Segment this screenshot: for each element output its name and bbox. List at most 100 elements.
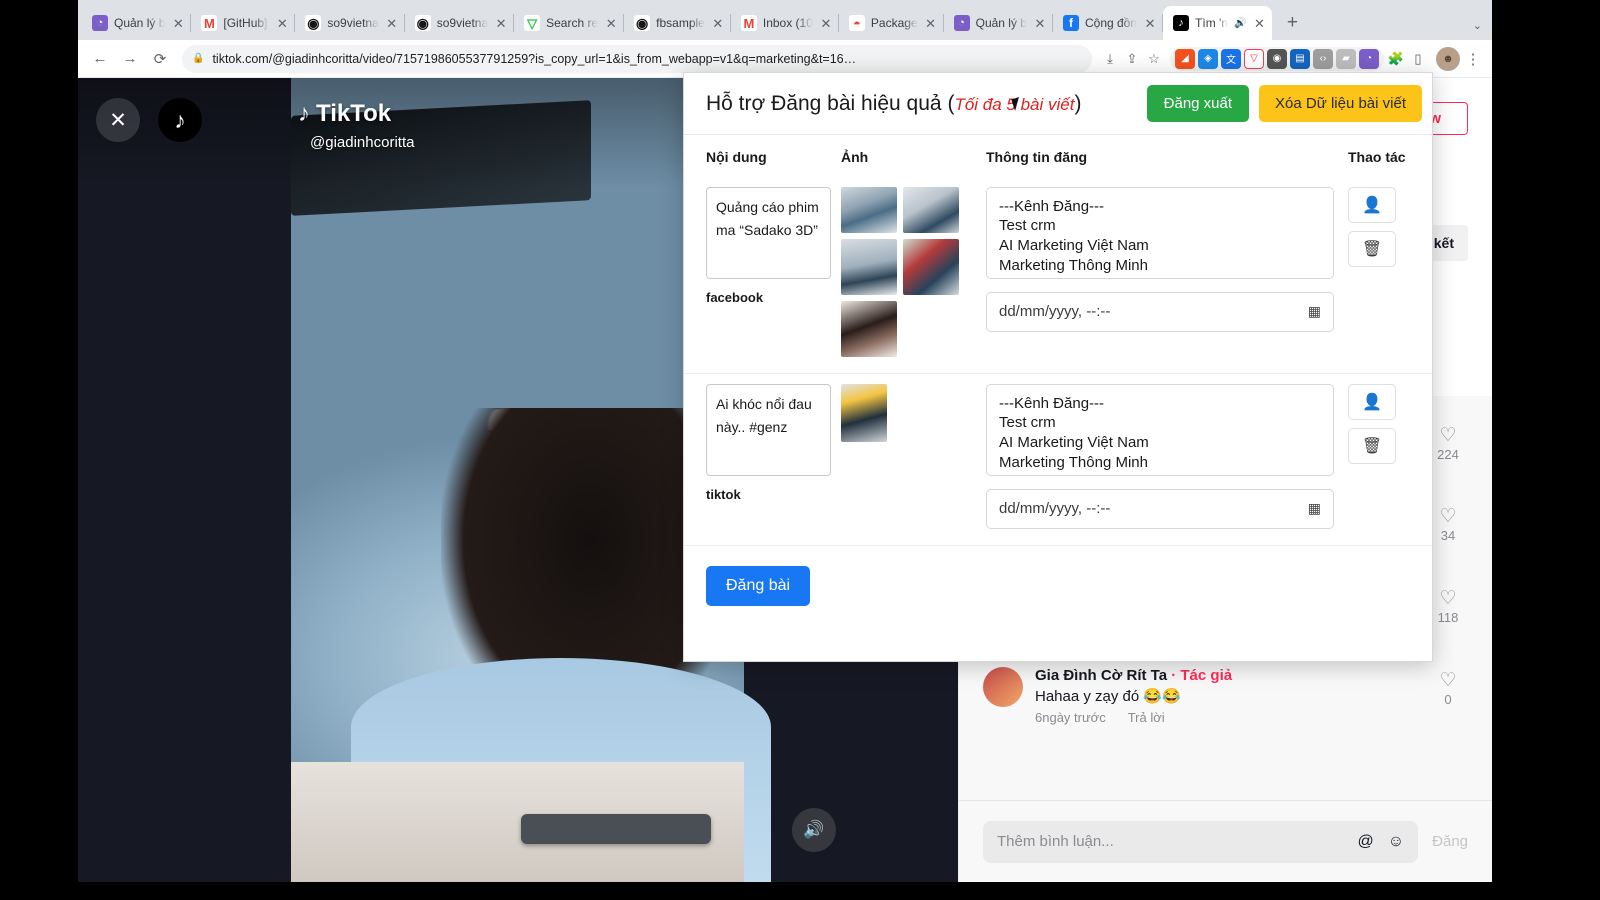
modal-header: Hỗ trợ Đăng bài hiệu quả (Tối đa 5 bài v… [684, 73, 1432, 135]
analytics-extension-icon[interactable]: ◢ [1175, 48, 1195, 69]
code-extension-icon[interactable]: ‹› [1313, 48, 1333, 69]
post-comment-button[interactable]: Đăng [1432, 833, 1468, 850]
channel-list-textarea[interactable] [986, 186, 1334, 279]
tab-close-icon[interactable]: ✕ [711, 17, 725, 30]
tab-title: so9vietna [327, 16, 379, 30]
browser-tab-10-active[interactable]: ♪ Tìm 'n 🔊 ✕ [1163, 6, 1273, 40]
delete-post-button[interactable]: 🗑 [1348, 427, 1396, 464]
comment-like[interactable]: ♡ 118 [1428, 585, 1468, 643]
globe-purple-extension-icon[interactable]: ◔ [1359, 48, 1379, 69]
install-icon[interactable]: ⤓ [1100, 51, 1120, 67]
emoji-icon[interactable]: ☺ [1388, 833, 1404, 851]
tab-close-icon[interactable]: ✕ [819, 17, 833, 30]
row-content-cell: facebook [706, 186, 841, 305]
tab-title: Inbox (10 [762, 16, 813, 30]
tab-mute-icon[interactable]: 🔊 [1234, 18, 1246, 29]
film-extension-icon[interactable]: ◉ [1267, 48, 1287, 69]
tab-close-icon[interactable]: ✕ [1252, 17, 1266, 30]
video-author-handle[interactable]: @giadinhcoritta [310, 134, 414, 151]
book-extension-icon[interactable]: ▰ [1336, 48, 1356, 69]
browser-tab-3[interactable]: ◉ so9vietna ✕ [405, 6, 515, 40]
pocket-extension-icon[interactable]: ▽ [1244, 48, 1264, 69]
browser-tab-7[interactable]: ◓ Package ✕ [839, 6, 944, 40]
schedule-datetime-input[interactable]: dd/mm/yyyy, --:-- ▦ [986, 291, 1334, 332]
channel-label: tiktok [706, 486, 741, 502]
browser-tab-2[interactable]: ◉ so9vietna ✕ [295, 6, 406, 40]
comment-input[interactable]: Thêm bình luận... @ ☺ [983, 820, 1419, 863]
assign-user-button[interactable]: 👤 [1348, 383, 1396, 420]
side-panel-icon[interactable]: ▯ [1408, 51, 1428, 67]
post-thumbnail[interactable] [841, 300, 897, 357]
tab-close-icon[interactable]: ✕ [275, 17, 289, 30]
post-thumbnail[interactable] [841, 383, 887, 442]
assign-user-button[interactable]: 👤 [1348, 186, 1396, 223]
tab-title: fbsample [656, 16, 705, 30]
blue-diamond-extension-icon[interactable]: ◈ [1198, 48, 1218, 69]
schedule-placeholder: dd/mm/yyyy, --:-- [999, 303, 1111, 320]
comment-author[interactable]: Gia Đình Cờ Rít Ta · Tác giả [1035, 667, 1416, 684]
tab-close-icon[interactable]: ✕ [1143, 17, 1157, 30]
browser-tab-6[interactable]: M Inbox (10 ✕ [731, 6, 839, 40]
tab-close-icon[interactable]: ✕ [171, 17, 185, 30]
at-mention-icon[interactable]: @ [1358, 833, 1374, 851]
calendar-icon[interactable]: ▦ [1308, 303, 1321, 320]
post-content-textarea[interactable] [706, 186, 831, 279]
browser-tab-5[interactable]: ◉ fbsample ✕ [624, 6, 731, 40]
back-button[interactable]: ← [86, 45, 114, 73]
heart-icon[interactable]: ♡ [1428, 425, 1468, 447]
profile-avatar[interactable]: ☻ [1436, 46, 1460, 71]
tab-search-chevron-icon[interactable]: ⌄ [1473, 19, 1482, 32]
forward-button[interactable]: → [116, 45, 144, 73]
heart-icon[interactable]: ♡ [1428, 506, 1468, 528]
like-count: 0 [1444, 691, 1452, 707]
tiktok-brand-label: TikTok [316, 100, 392, 127]
browser-tab-0[interactable]: ◔ Quản lý b ✕ [82, 6, 192, 40]
close-icon[interactable]: ✕ [96, 98, 140, 142]
address-bar[interactable]: 🔒 tiktok.com/@giadinhcoritta/video/71571… [182, 44, 1092, 73]
tab-close-icon[interactable]: ✕ [385, 17, 399, 30]
avatar[interactable] [983, 667, 1023, 707]
new-tab-button[interactable]: + [1278, 9, 1306, 37]
comment-text: Hahaa y zạy đó 😂😂 [1035, 688, 1181, 705]
submit-post-button[interactable]: Đăng bài [706, 565, 811, 606]
post-thumbnail[interactable] [841, 238, 897, 295]
logout-button[interactable]: Đăng xuất [1146, 85, 1250, 122]
globe-purple-icon: ◔ [953, 15, 970, 31]
comment-reply-link[interactable]: Trả lời [1128, 710, 1165, 725]
tab-title: Quản lý b [975, 16, 1027, 30]
comment-like[interactable]: ♡ 224 [1428, 422, 1468, 479]
puzzle-icon[interactable]: 🧩 [1386, 51, 1406, 67]
comment-like[interactable]: ♡ 0 [1428, 667, 1468, 725]
github-icon: ◉ [305, 15, 322, 31]
volume-icon[interactable]: 🔊 [792, 808, 836, 852]
channel-list-textarea[interactable] [986, 383, 1334, 476]
comment-like[interactable]: ♡ 34 [1428, 503, 1468, 561]
tab-close-icon[interactable]: ✕ [924, 17, 938, 30]
tab-close-icon[interactable]: ✕ [604, 17, 618, 30]
row-action-cell: 👤 🗑 [1348, 383, 1416, 464]
browser-tab-4[interactable]: ▽ Search re ✕ [514, 6, 625, 40]
tab-close-icon[interactable]: ✕ [494, 17, 508, 30]
calendar-icon[interactable]: ▦ [1308, 500, 1321, 517]
browser-tab-1[interactable]: M [GitHub] ✕ [191, 6, 296, 40]
post-thumbnail[interactable] [903, 238, 959, 295]
post-thumbnail[interactable] [841, 186, 897, 233]
delete-post-button[interactable]: 🗑 [1348, 230, 1396, 267]
post-content-textarea[interactable] [706, 383, 831, 476]
schedule-datetime-input[interactable]: dd/mm/yyyy, --:-- ▦ [986, 488, 1334, 529]
post-thumbnail[interactable] [903, 186, 959, 233]
trash-icon: 🗑 [1361, 437, 1383, 455]
tiktok-logo-icon[interactable]: ♪ [158, 98, 202, 142]
heart-icon[interactable]: ♡ [1428, 670, 1468, 692]
kebab-menu-icon[interactable]: ⋮ [1462, 50, 1484, 68]
tab-close-icon[interactable]: ✕ [1033, 17, 1047, 30]
clear-data-button[interactable]: Xóa Dữ liệu bài viết [1259, 85, 1422, 122]
reload-button[interactable]: ⟳ [146, 45, 174, 73]
heart-icon[interactable]: ♡ [1428, 588, 1468, 610]
browser-tab-8[interactable]: ◔ Quản lý b ✕ [944, 6, 1054, 40]
share-icon[interactable]: ⇪ [1122, 51, 1142, 67]
translate-extension-icon[interactable]: 文 [1221, 48, 1241, 69]
star-icon[interactable]: ☆ [1144, 51, 1164, 67]
browser-tab-9[interactable]: f Cộng đồn ✕ [1053, 6, 1164, 40]
sidebar-extension-icon[interactable]: ▤ [1290, 48, 1310, 69]
